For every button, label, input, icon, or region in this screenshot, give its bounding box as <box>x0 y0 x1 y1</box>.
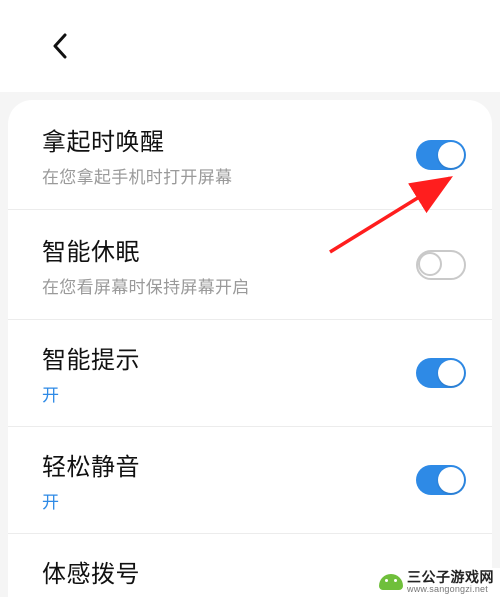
setting-text: 拿起时唤醒 在您拿起手机时打开屏幕 <box>42 122 416 188</box>
watermark-url: www.sangongzi.net <box>407 585 494 595</box>
watermark-brand: 三公子游戏网 <box>407 570 494 585</box>
setting-subtitle: 在您拿起手机时打开屏幕 <box>42 163 416 188</box>
lift-to-wake-toggle[interactable] <box>416 140 466 170</box>
setting-text: 智能休眠 在您看屏幕时保持屏幕开启 <box>42 232 416 298</box>
setting-status: 开 <box>42 381 416 406</box>
easy-mute-toggle[interactable] <box>416 465 466 495</box>
watermark-logo-icon <box>379 574 403 590</box>
setting-row-lift-to-wake[interactable]: 拿起时唤醒 在您拿起手机时打开屏幕 <box>8 100 492 210</box>
setting-text: 体感拨号 开 <box>42 554 416 597</box>
setting-status: 开 <box>42 488 416 513</box>
setting-title: 拿起时唤醒 <box>42 122 416 157</box>
header <box>0 0 500 92</box>
watermark: 三公子游戏网 www.sangongzi.net <box>375 568 500 597</box>
setting-title: 智能提示 <box>42 340 416 375</box>
smart-alert-toggle[interactable] <box>416 358 466 388</box>
chevron-left-icon <box>52 33 68 59</box>
setting-subtitle: 在您看屏幕时保持屏幕开启 <box>42 273 416 298</box>
setting-text: 轻松静音 开 <box>42 447 416 513</box>
setting-title: 体感拨号 <box>42 554 416 589</box>
setting-title: 轻松静音 <box>42 447 416 482</box>
setting-title: 智能休眠 <box>42 232 416 267</box>
setting-text: 智能提示 开 <box>42 340 416 406</box>
smart-stay-toggle[interactable] <box>416 250 466 280</box>
back-button[interactable] <box>40 26 80 66</box>
settings-card: 拿起时唤醒 在您拿起手机时打开屏幕 智能休眠 在您看屏幕时保持屏幕开启 智能提示… <box>8 100 492 597</box>
setting-row-easy-mute[interactable]: 轻松静音 开 <box>8 427 492 534</box>
setting-row-smart-stay[interactable]: 智能休眠 在您看屏幕时保持屏幕开启 <box>8 210 492 320</box>
setting-row-smart-alert[interactable]: 智能提示 开 <box>8 320 492 427</box>
